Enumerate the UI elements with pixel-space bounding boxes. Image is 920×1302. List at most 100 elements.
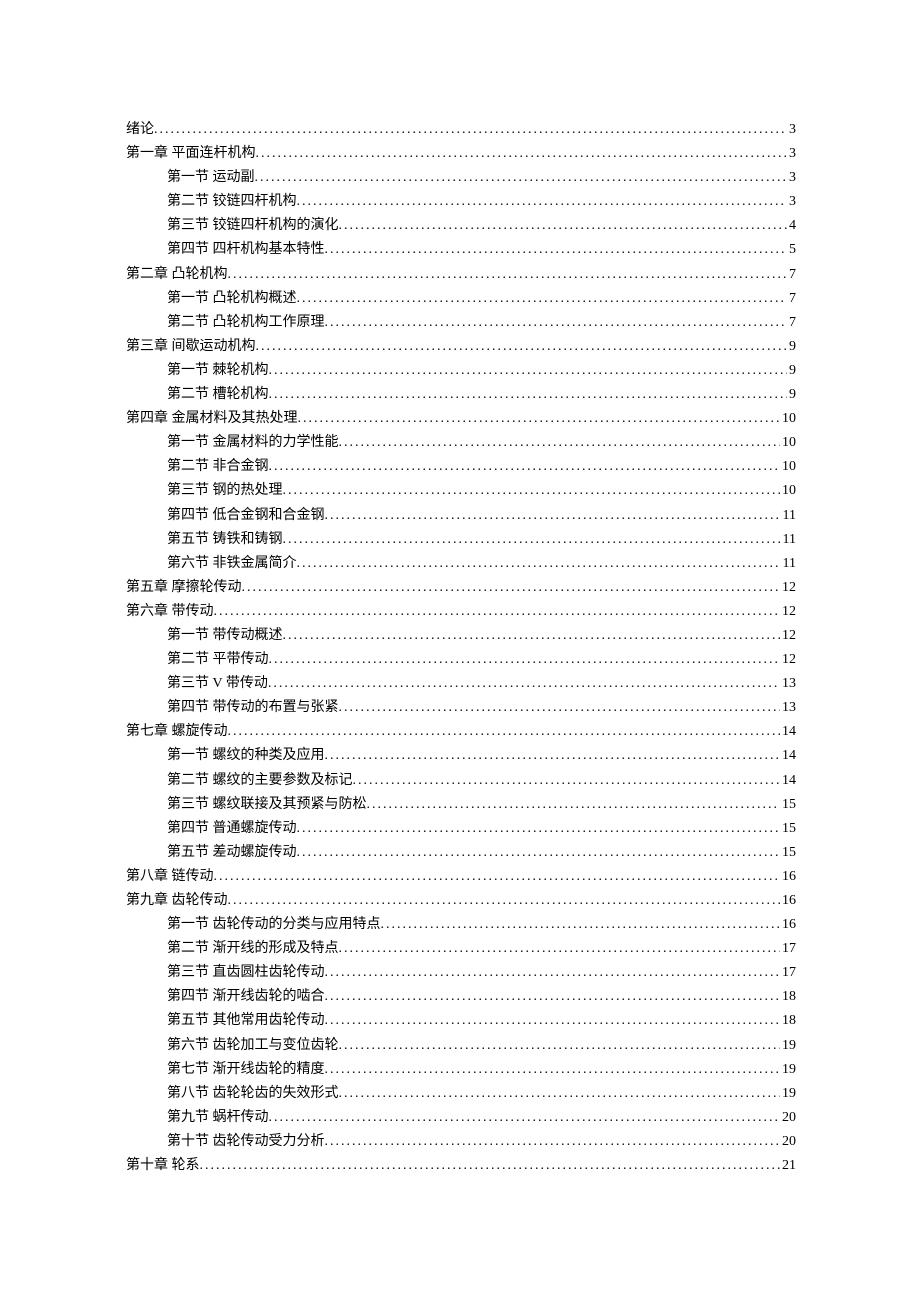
toc-entry-title: 第四章 金属材料及其热处理	[126, 407, 298, 427]
toc-entry[interactable]: 第四节 四杆机构基本特性5	[126, 238, 796, 262]
toc-entry-page: 3	[787, 146, 796, 162]
toc-entry[interactable]: 第一章 平面连杆机构 3	[126, 142, 796, 166]
toc-entry-leader	[353, 773, 781, 789]
toc-entry[interactable]: 第二节 平带传动12	[126, 648, 796, 672]
toc-entry[interactable]: 第十节 齿轮传动受力分析20	[126, 1130, 796, 1154]
toc-entry-title: 第一章 平面连杆机构	[126, 142, 256, 162]
toc-entry-page: 10	[780, 411, 796, 427]
toc-entry-page: 12	[780, 580, 796, 596]
toc-entry[interactable]: 第一节 齿轮传动的分类与应用特点 16	[126, 913, 796, 937]
toc-entry[interactable]: 第三章 间歇运动机构 9	[126, 335, 796, 359]
toc-entry[interactable]: 第二节 非合金钢10	[126, 455, 796, 479]
toc-entry[interactable]: 第二节 螺纹的主要参数及标记14	[126, 769, 796, 793]
toc-entry-title: 第一节 凸轮机构概述	[167, 287, 297, 307]
toc-entry[interactable]: 第三节 V 带传动13	[126, 672, 796, 696]
toc-entry[interactable]: 第二节 渐开线的形成及特点 17	[126, 937, 796, 961]
toc-entry[interactable]: 第七章 螺旋传动14	[126, 720, 796, 744]
toc-entry-leader	[325, 242, 788, 258]
toc-entry[interactable]: 第三节 铰链四杆机构的演化4	[126, 214, 796, 238]
toc-entry-title: 第二节 渐开线的形成及特点	[167, 937, 339, 957]
toc-entry-title: 第八章 链传动	[126, 865, 214, 885]
toc-entry[interactable]: 第一节 棘轮机构9	[126, 359, 796, 383]
toc-entry-leader	[339, 435, 781, 451]
toc-entry-title: 第四节 普通螺旋传动	[167, 817, 297, 837]
toc-entry-page: 9	[787, 363, 796, 379]
toc-entry[interactable]: 第五章 摩擦轮传动12	[126, 576, 796, 600]
toc-entry[interactable]: 第八章 链传动 16	[126, 865, 796, 889]
toc-entry-leader	[325, 989, 781, 1005]
toc-entry[interactable]: 第六节 齿轮加工与变位齿轮19	[126, 1034, 796, 1058]
toc-entry-leader	[297, 291, 788, 307]
toc-entry[interactable]: 绪论3	[126, 118, 796, 142]
toc-entry-page: 11	[781, 508, 796, 524]
toc-entry[interactable]: 第一节 带传动概述12	[126, 624, 796, 648]
toc-entry-page: 14	[780, 748, 796, 764]
toc-entry-page: 7	[787, 291, 796, 307]
toc-entry-leader	[283, 532, 781, 548]
toc-entry-leader	[325, 508, 781, 524]
toc-entry-page: 18	[780, 989, 796, 1005]
toc-entry[interactable]: 第一节 运动副 3	[126, 166, 796, 190]
toc-entry-leader	[298, 411, 781, 427]
toc-entry[interactable]: 第四节 带传动的布置与张紧13	[126, 696, 796, 720]
toc-entry-title: 第三章 间歇运动机构	[126, 335, 256, 355]
toc-entry[interactable]: 第三节 螺纹联接及其预紧与防松15	[126, 793, 796, 817]
toc-entry[interactable]: 第一节 凸轮机构概述 7	[126, 287, 796, 311]
toc-entry[interactable]: 第四章 金属材料及其热处理 10	[126, 407, 796, 431]
toc-entry-leader	[283, 483, 781, 499]
toc-entry-title: 第一节 金属材料的力学性能	[167, 431, 339, 451]
toc-entry-page: 16	[780, 917, 796, 933]
toc-entry-leader	[268, 676, 780, 692]
toc-entry[interactable]: 第四节 普通螺旋传动15	[126, 817, 796, 841]
toc-entry-title: 第三节 钢的热处理	[167, 479, 283, 499]
toc-entry[interactable]: 第二节 铰链四杆机构3	[126, 190, 796, 214]
toc-entry-leader	[214, 869, 781, 885]
toc-entry-page: 16	[780, 869, 796, 885]
toc-entry-leader	[297, 821, 781, 837]
toc-entry-leader	[256, 146, 788, 162]
toc-entry-page: 17	[780, 941, 796, 957]
toc-entry-page: 17	[780, 965, 796, 981]
toc-entry[interactable]: 第五节 铸铁和铸钢11	[126, 528, 796, 552]
toc-entry-leader	[228, 893, 781, 909]
toc-entry[interactable]: 第十章 轮系21	[126, 1154, 796, 1178]
toc-entry[interactable]: 第六章 带传动12	[126, 600, 796, 624]
toc-entry-title: 第二节 凸轮机构工作原理	[167, 311, 325, 331]
toc-entry-page: 12	[780, 628, 796, 644]
toc-entry[interactable]: 第九节 蜗杆传动20	[126, 1106, 796, 1130]
toc-entry-leader	[269, 387, 788, 403]
toc-entry-page: 12	[780, 652, 796, 668]
toc-entry-title: 第一节 齿轮传动的分类与应用特点	[167, 913, 381, 933]
toc-entry[interactable]: 第三节 钢的热处理10	[126, 479, 796, 503]
toc-entry-leader	[154, 122, 787, 138]
toc-entry[interactable]: 第二节 槽轮机构9	[126, 383, 796, 407]
toc-entry-leader	[283, 628, 781, 644]
toc-entry[interactable]: 第九章 齿轮传动16	[126, 889, 796, 913]
toc-entry-title: 第三节 螺纹联接及其预紧与防松	[167, 793, 367, 813]
toc-entry[interactable]: 第四节 渐开线齿轮的啮合 18	[126, 985, 796, 1009]
toc-entry-title: 第二节 螺纹的主要参数及标记	[167, 769, 353, 789]
toc-entry-page: 7	[787, 315, 796, 331]
toc-entry[interactable]: 第二节 凸轮机构工作原理 7	[126, 311, 796, 335]
toc-entry-leader	[269, 1110, 781, 1126]
toc-entry-page: 9	[787, 339, 796, 355]
toc-entry-title: 第四节 带传动的布置与张紧	[167, 696, 339, 716]
toc-entry[interactable]: 第六节 非铁金属简介11	[126, 552, 796, 576]
toc-entry-leader	[269, 652, 781, 668]
toc-entry[interactable]: 第三节 直齿圆柱齿轮传动17	[126, 961, 796, 985]
toc-entry[interactable]: 第五节 差动螺旋传动15	[126, 841, 796, 865]
toc-entry-title: 第二节 非合金钢	[167, 455, 269, 475]
toc-entry-leader	[214, 604, 781, 620]
toc-entry-page: 19	[780, 1062, 796, 1078]
toc-entry-title: 第八节 齿轮轮齿的失效形式	[167, 1082, 339, 1102]
toc-entry[interactable]: 第二章 凸轮机构7	[126, 263, 796, 287]
toc-entry[interactable]: 第四节 低合金钢和合金钢11	[126, 504, 796, 528]
toc-entry[interactable]: 第七节 渐开线齿轮的精度19	[126, 1058, 796, 1082]
toc-entry[interactable]: 第一节 金属材料的力学性能10	[126, 431, 796, 455]
toc-entry[interactable]: 第五节 其他常用齿轮传动18	[126, 1009, 796, 1033]
toc-entry-title: 第一节 运动副	[167, 166, 255, 186]
toc-entry-title: 第四节 渐开线齿轮的啮合	[167, 985, 325, 1005]
toc-entry[interactable]: 第八节 齿轮轮齿的失效形式19	[126, 1082, 796, 1106]
toc-entry[interactable]: 第一节 螺纹的种类及应用14	[126, 744, 796, 768]
toc-entry-page: 3	[787, 170, 796, 186]
